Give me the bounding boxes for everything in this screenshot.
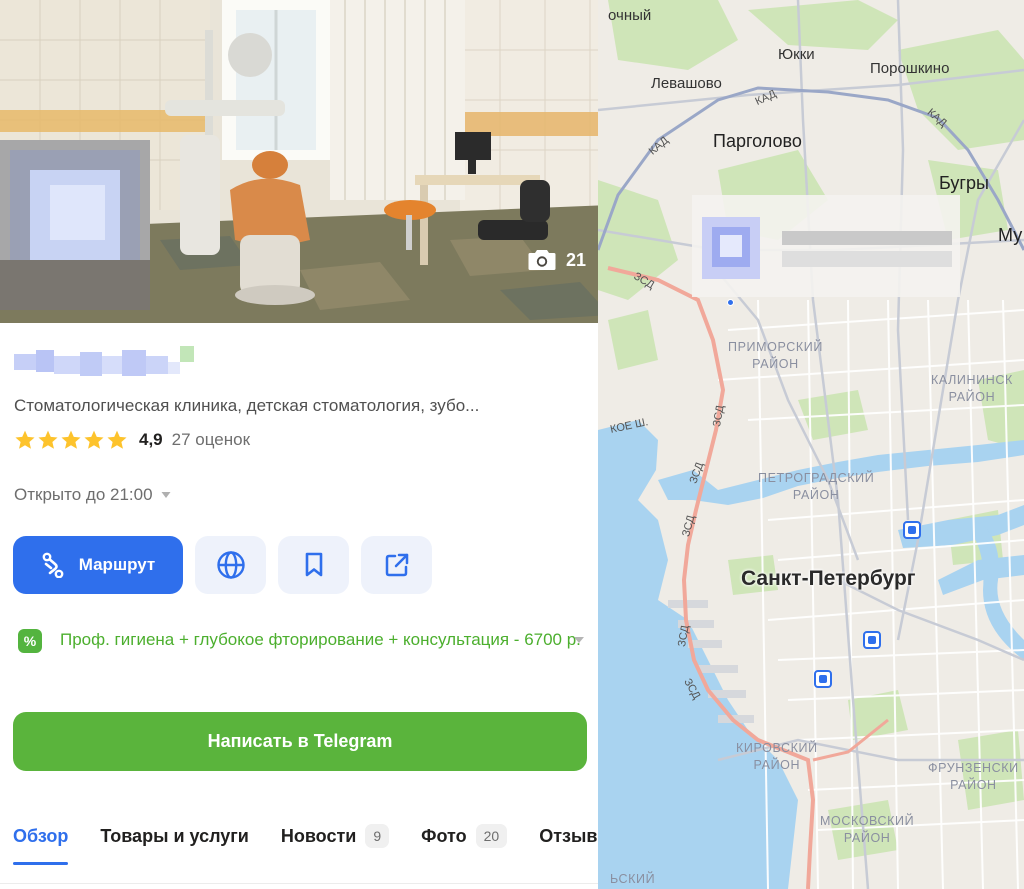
opening-hours-text: Открыто до 21:00 (14, 485, 153, 504)
rating-stars (14, 429, 128, 451)
district-suffix: РАЙОН (950, 778, 997, 792)
camera-icon (528, 250, 556, 270)
metro-icon[interactable] (814, 670, 832, 688)
photo-count[interactable]: 21 (528, 249, 586, 271)
tab-count-badge: 9 (365, 824, 390, 848)
district-name: КАЛИНИНСК (931, 373, 1013, 387)
star-icon (61, 430, 81, 449)
route-button-label: Маршрут (78, 555, 156, 574)
map-label-kalininsky: КАЛИНИНСК РАЙОН (931, 372, 1013, 406)
action-buttons: Маршрут (13, 536, 432, 594)
promo-text: Проф. гигиена + глубокое фторирование + … (60, 630, 581, 649)
district-suffix: РАЙОН (753, 758, 801, 772)
map-label-petrogradsky: ПЕТРОГРАДСКИЙ РАЙОН (758, 470, 874, 504)
globe-icon (216, 551, 245, 579)
rating-value: 4,9 (139, 430, 163, 449)
tab-goods-services[interactable]: Товары и услуги (100, 822, 248, 850)
map-label-levashovo: Левашово (651, 75, 722, 92)
district-name: ПЕТРОГРАДСКИЙ (758, 471, 875, 485)
district-name: ФРУНЗЕНСКИ (928, 761, 1019, 775)
metro-icon[interactable] (903, 521, 921, 539)
map-label-primorsky: ПРИМОРСКИЙ РАЙОН (728, 339, 823, 373)
tab-overview[interactable]: Обзор (13, 822, 69, 865)
promo-block[interactable]: % Проф. гигиена + глубокое фторирование … (18, 628, 588, 653)
chevron-down-icon (161, 492, 171, 498)
photo-count-value: 21 (565, 249, 586, 270)
reviews-count[interactable]: 27 оценок (172, 430, 250, 450)
rating-row[interactable]: 4,9 27 оценок (14, 428, 250, 452)
map-pin-dot (727, 299, 734, 306)
route-icon (42, 552, 64, 578)
clinic-photo-image (0, 0, 610, 323)
divider (0, 883, 610, 884)
star-icon (107, 430, 127, 449)
map-label-pargolovo: Парголово (713, 131, 802, 151)
bookmark-icon (305, 552, 322, 577)
website-button[interactable] (195, 536, 266, 594)
map-label-murino: Му (998, 225, 1023, 245)
district-name: ПРИМОРСКИЙ (728, 340, 823, 354)
telegram-button[interactable]: Написать в Telegram (13, 712, 587, 771)
district-suffix: РАЙОН (948, 390, 996, 404)
map-pin-redacted[interactable] (692, 195, 960, 297)
org-photo[interactable]: 21 (0, 0, 610, 323)
metro-icon[interactable] (863, 631, 881, 649)
star-icon (38, 430, 58, 449)
map-label-frunzensky: ФРУНЗЕНСКИ РАЙОН (928, 760, 1019, 794)
bookmark-button[interactable] (278, 536, 349, 594)
district-suffix: РАЙОН (792, 488, 840, 502)
district-suffix: РАЙОН (843, 831, 891, 845)
tab-photos[interactable]: Фото 20 (421, 822, 508, 850)
org-name-redacted (14, 346, 194, 376)
chevron-down-icon[interactable] (573, 636, 585, 644)
tab-bar: Обзор Товары и услуги Новости 9 Фото 20 … (13, 822, 610, 865)
map-label-moskovsky: МОСКОВСКИЙ РАЙОН (820, 813, 914, 847)
route-button[interactable]: Маршрут (13, 536, 183, 594)
org-category: Стоматологическая клиника, детская стома… (14, 396, 480, 415)
map-label-kirovsky: КИРОВСКИЙ РАЙОН (736, 740, 818, 774)
map-label-station: очный (608, 7, 652, 24)
map-label-district-partial: ЬСКИЙ (610, 872, 656, 886)
tab-label: Новости (280, 825, 357, 846)
org-card: 21 Стоматологическая клиника, детская ст… (0, 0, 610, 889)
tab-label: Товары и услуги (100, 825, 249, 846)
opening-hours[interactable]: Открыто до 21:00 (14, 483, 171, 507)
tab-label: Фото (421, 825, 467, 846)
share-icon (385, 553, 408, 577)
percent-icon: % (18, 629, 42, 653)
tab-news[interactable]: Новости 9 (280, 822, 390, 850)
map-label-bugry: Бугры (939, 173, 989, 193)
tab-label: Обзор (13, 825, 69, 846)
district-suffix: РАЙОН (752, 357, 799, 371)
share-button[interactable] (361, 536, 432, 594)
map-label-poroshkino: Порошкино (870, 60, 950, 77)
tab-count-badge: 20 (475, 824, 508, 848)
star-icon (84, 430, 104, 449)
map-view[interactable]: очный Юкки Левашово Порошкино Парголово … (598, 0, 1024, 889)
district-name: КИРОВСКИЙ (736, 741, 818, 755)
star-icon (15, 430, 35, 449)
map-label-yukki: Юкки (778, 46, 815, 63)
district-name: МОСКОВСКИЙ (820, 814, 915, 828)
map-label-city: Санкт-Петербург (741, 567, 916, 590)
